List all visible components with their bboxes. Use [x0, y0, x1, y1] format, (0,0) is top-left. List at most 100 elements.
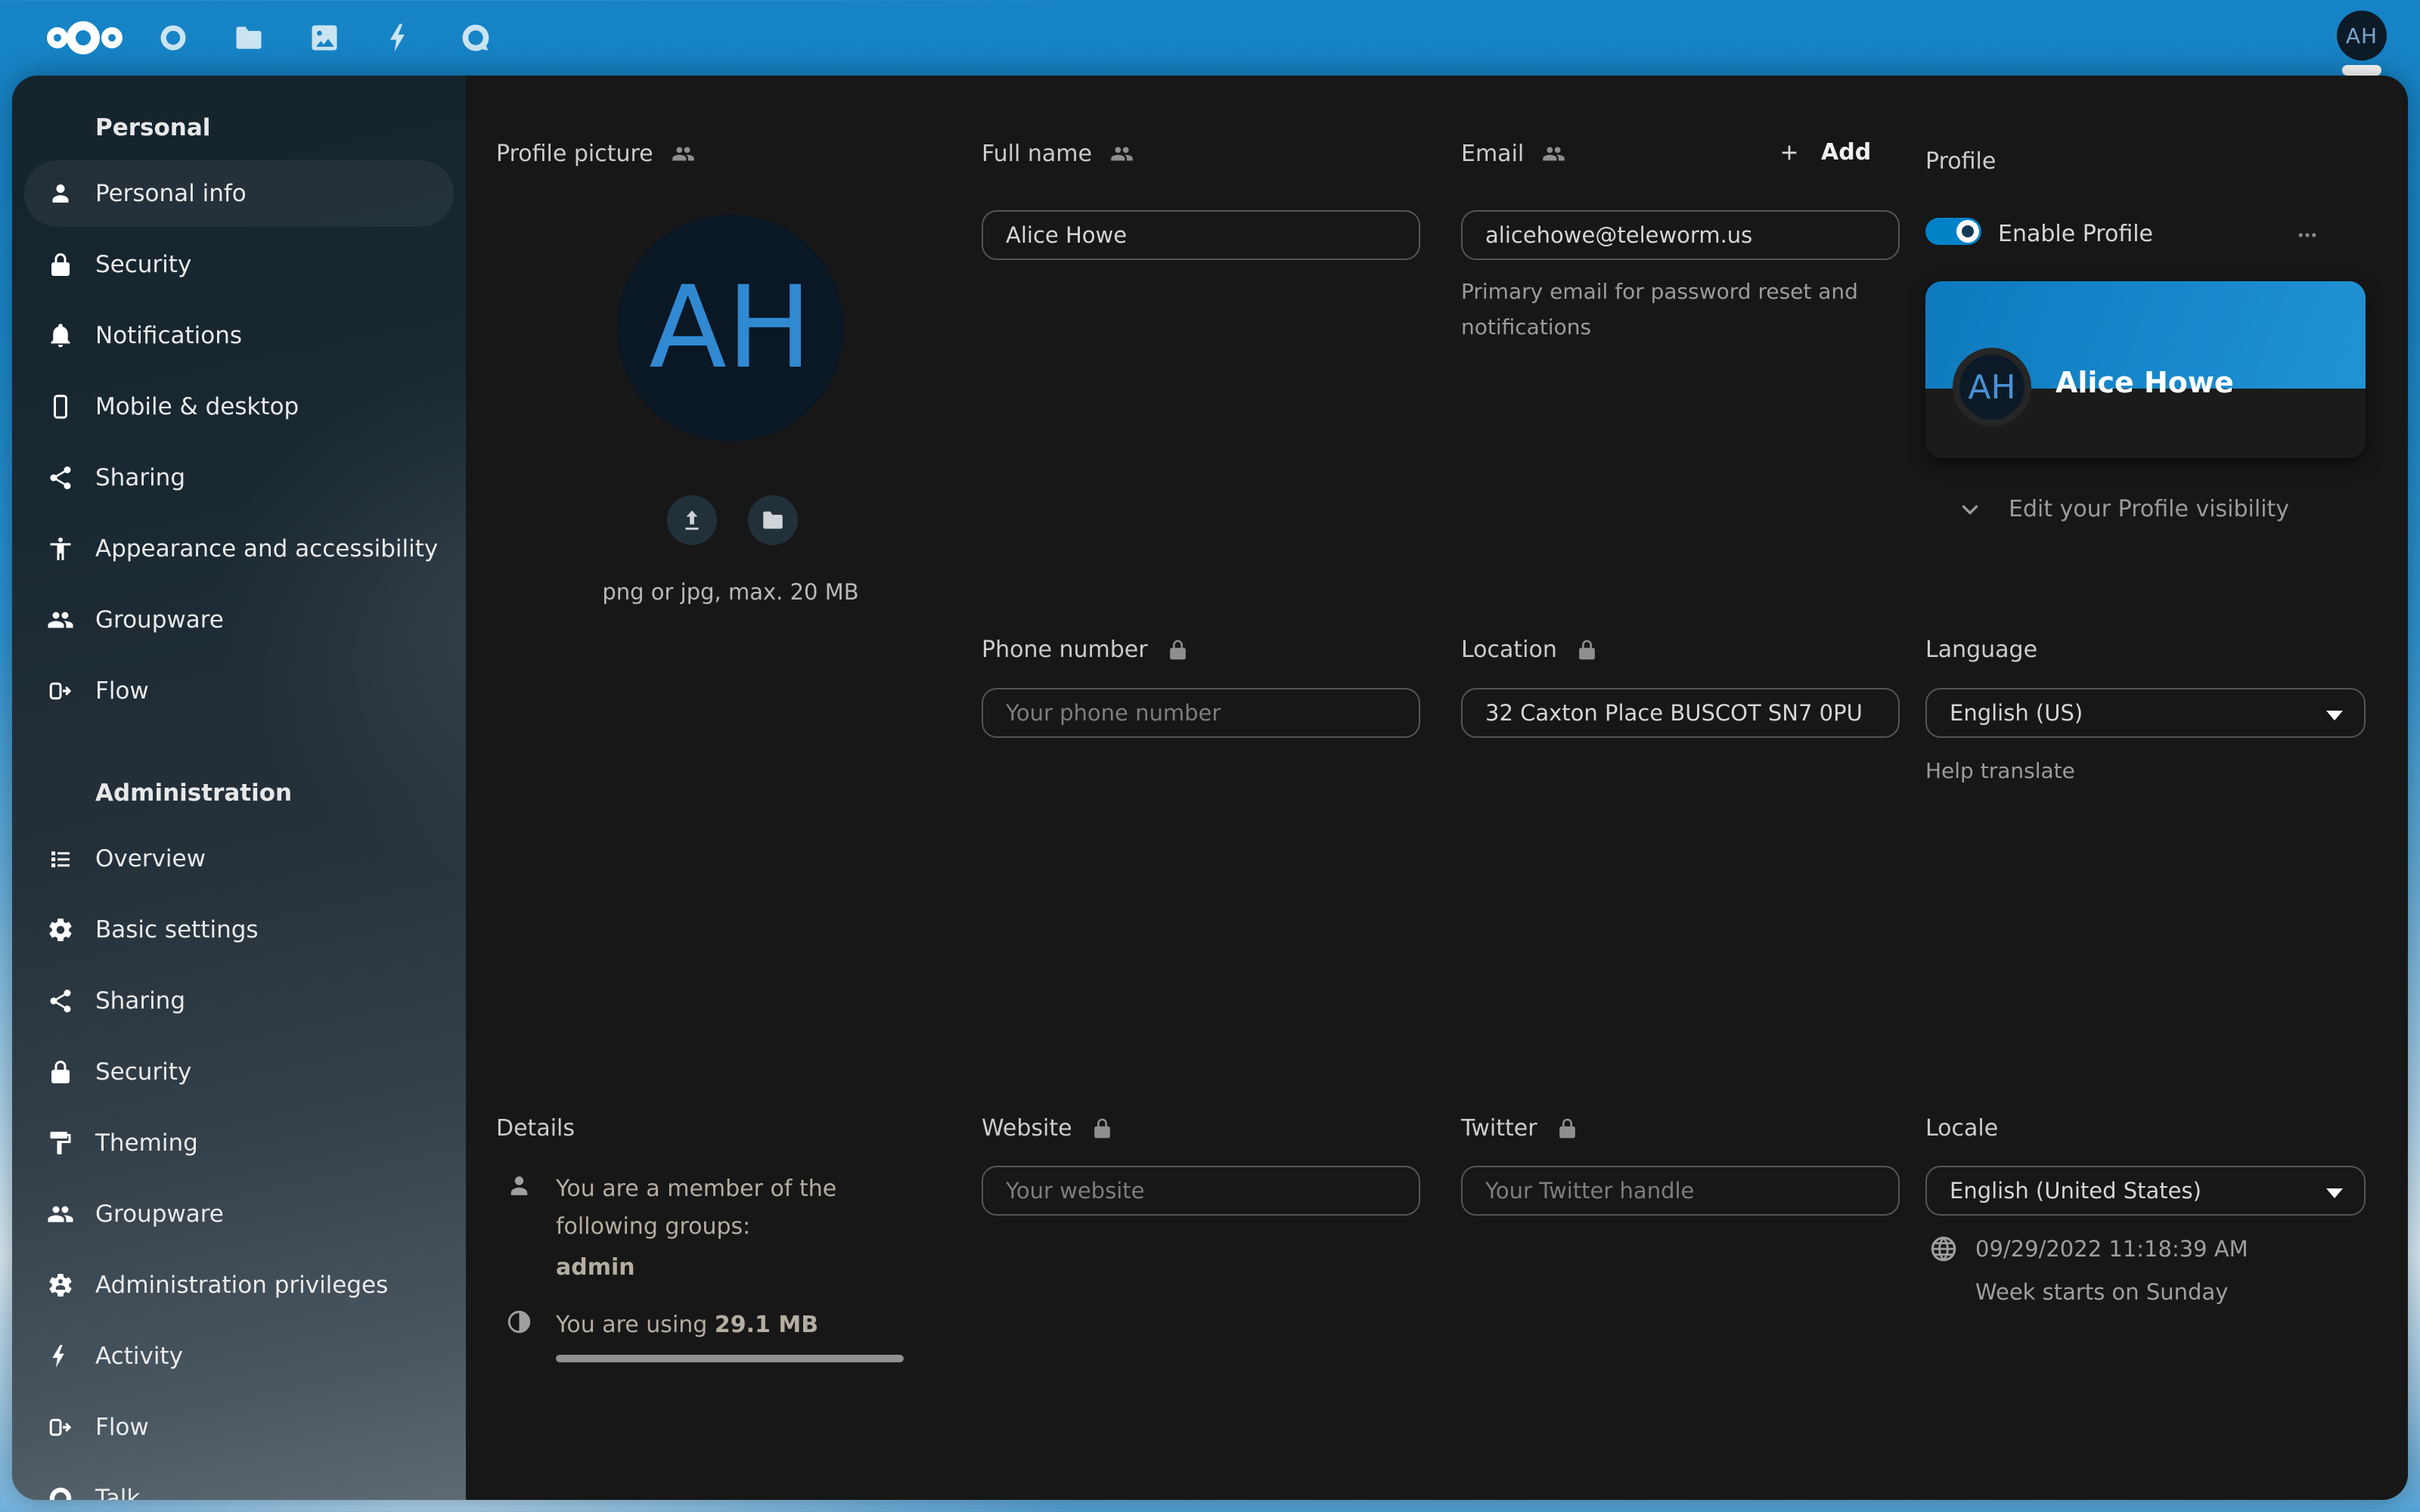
sidebar-item-groupware[interactable]: Groupware — [24, 587, 454, 653]
website-input[interactable] — [982, 1166, 1420, 1216]
scope-lock-icon[interactable] — [1556, 1117, 1579, 1140]
user-avatar[interactable]: AH — [2337, 11, 2387, 60]
settings-sidebar: Personal Personal info Security Notifica… — [12, 76, 466, 1500]
scope-lock-icon[interactable] — [1091, 1117, 1114, 1140]
top-bar: AH — [0, 0, 2420, 76]
accessibility-icon — [47, 535, 74, 562]
app-panel: Personal Personal info Security Notifica… — [12, 76, 2408, 1500]
avatar-indicator — [2342, 65, 2381, 76]
sidebar-heading-administration: Administration — [12, 774, 466, 812]
choose-from-files-button[interactable] — [748, 495, 798, 545]
sidebar-item-label: Personal info — [95, 180, 247, 207]
full-name-label: Full name — [982, 141, 1134, 167]
personal-info-main: Profile picture AH png or jpg, max. 20 M… — [466, 76, 2408, 1500]
scope-lock-icon[interactable] — [1575, 638, 1599, 662]
sidebar-item-talk[interactable]: Talk — [24, 1465, 454, 1500]
locale-label: Locale — [1925, 1115, 1998, 1142]
locale-datetime-row: 09/29/2022 11:18:39 AM — [1928, 1234, 2248, 1264]
scope-contacts-icon[interactable] — [672, 142, 695, 166]
sidebar-item-theming[interactable]: Theming — [24, 1110, 454, 1176]
sidebar-item-admin-flow[interactable]: Flow — [24, 1394, 454, 1461]
sidebar-item-personal-info[interactable]: Personal info — [24, 160, 454, 227]
email-label: Email — [1461, 141, 1565, 167]
help-translate-link[interactable]: Help translate — [1925, 753, 2075, 789]
profile-picture-avatar: AH — [617, 215, 844, 442]
quota-icon — [505, 1308, 533, 1336]
sidebar-item-label: Security — [95, 1058, 191, 1086]
profile-preview-card[interactable]: AH Alice Howe — [1925, 281, 2366, 458]
nextcloud-logo[interactable] — [47, 21, 145, 54]
quota-progress-bar — [556, 1355, 904, 1362]
sidebar-item-appearance[interactable]: Appearance and accessibility — [24, 516, 454, 582]
sidebar-item-label: Activity — [95, 1343, 183, 1370]
full-name-input[interactable] — [982, 210, 1420, 260]
locale-select[interactable]: English (United States) — [1925, 1166, 2366, 1216]
sidebar-item-admin-groupware[interactable]: Groupware — [24, 1181, 454, 1247]
sidebar-heading-personal: Personal — [12, 109, 466, 147]
sidebar-item-overview[interactable]: Overview — [24, 826, 454, 892]
user-gear-icon — [47, 1272, 74, 1299]
sidebar-item-admin-security[interactable]: Security — [24, 1039, 454, 1105]
twitter-label: Twitter — [1461, 1115, 1579, 1142]
enable-profile-toggle[interactable] — [1925, 218, 1981, 245]
sidebar-item-admin-sharing[interactable]: Sharing — [24, 968, 454, 1034]
phone-label: Phone number — [982, 637, 1190, 663]
group-name-row: admin — [556, 1249, 635, 1287]
sidebar-item-security[interactable]: Security — [24, 231, 454, 298]
bell-icon — [47, 322, 74, 349]
phone-input[interactable] — [982, 688, 1420, 738]
sidebar-item-mobile-desktop[interactable]: Mobile & desktop — [24, 373, 454, 440]
location-label: Location — [1461, 637, 1599, 663]
files-icon[interactable] — [232, 21, 265, 54]
share-icon — [47, 987, 74, 1015]
quota-row: You are using 29.1 MB — [505, 1306, 818, 1344]
sidebar-item-sharing[interactable]: Sharing — [24, 445, 454, 511]
flow-icon — [47, 677, 74, 705]
details-heading: Details — [496, 1115, 575, 1142]
sidebar-item-flow[interactable]: Flow — [24, 658, 454, 724]
sidebar-item-label: Security — [95, 251, 191, 278]
group-name: admin — [556, 1249, 635, 1287]
list-icon — [47, 845, 74, 872]
edit-profile-visibility[interactable]: Edit your Profile visibility — [1957, 496, 2289, 522]
language-select[interactable]: English (US) — [1925, 688, 2366, 738]
activity-icon[interactable] — [383, 21, 417, 54]
smartphone-icon — [47, 393, 74, 420]
sidebar-item-label: Groupware — [95, 606, 224, 634]
email-helper: Primary email for password reset and not… — [1461, 274, 1885, 345]
upload-avatar-button[interactable] — [667, 495, 717, 545]
sidebar-item-basic-settings[interactable]: Basic settings — [24, 897, 454, 963]
lock-icon — [47, 251, 74, 278]
scope-lock-icon[interactable] — [1166, 638, 1190, 662]
sidebar-item-activity[interactable]: Activity — [24, 1323, 454, 1390]
groups-text: You are a member of the following groups… — [556, 1170, 919, 1246]
talk-icon[interactable] — [459, 21, 492, 54]
dashboard-icon[interactable] — [157, 21, 190, 54]
add-email-button[interactable]: Add — [1777, 139, 1871, 166]
profile-picture-label: Profile picture — [496, 141, 695, 167]
chevron-down-icon — [1957, 497, 1983, 522]
folder-icon — [760, 507, 786, 533]
scope-contacts-icon[interactable] — [1110, 142, 1134, 166]
email-actions-icon[interactable] — [2290, 224, 2325, 246]
sidebar-item-label: Groupware — [95, 1201, 224, 1228]
profile-card-name: Alice Howe — [2055, 366, 2234, 399]
paint-roller-icon — [47, 1129, 74, 1157]
flow-icon — [47, 1414, 74, 1441]
location-input[interactable] — [1461, 688, 1900, 738]
website-label: Website — [982, 1115, 1114, 1142]
photos-icon[interactable] — [308, 21, 341, 54]
users-icon — [47, 1201, 74, 1228]
sidebar-item-label: Administration privileges — [95, 1272, 388, 1299]
sidebar-item-admin-privileges[interactable]: Administration privileges — [24, 1252, 454, 1318]
users-icon — [47, 606, 74, 634]
user-icon — [47, 180, 74, 207]
sidebar-item-notifications[interactable]: Notifications — [24, 302, 454, 369]
scope-contacts-icon[interactable] — [1542, 142, 1565, 166]
groups-row: You are a member of the following groups… — [505, 1170, 919, 1246]
quota-text: You are using 29.1 MB — [556, 1306, 818, 1344]
avatar-hint: png or jpg, max. 20 MB — [504, 579, 957, 605]
sidebar-item-label: Flow — [95, 1414, 149, 1441]
twitter-input[interactable] — [1461, 1166, 1900, 1216]
email-input[interactable] — [1461, 210, 1900, 260]
